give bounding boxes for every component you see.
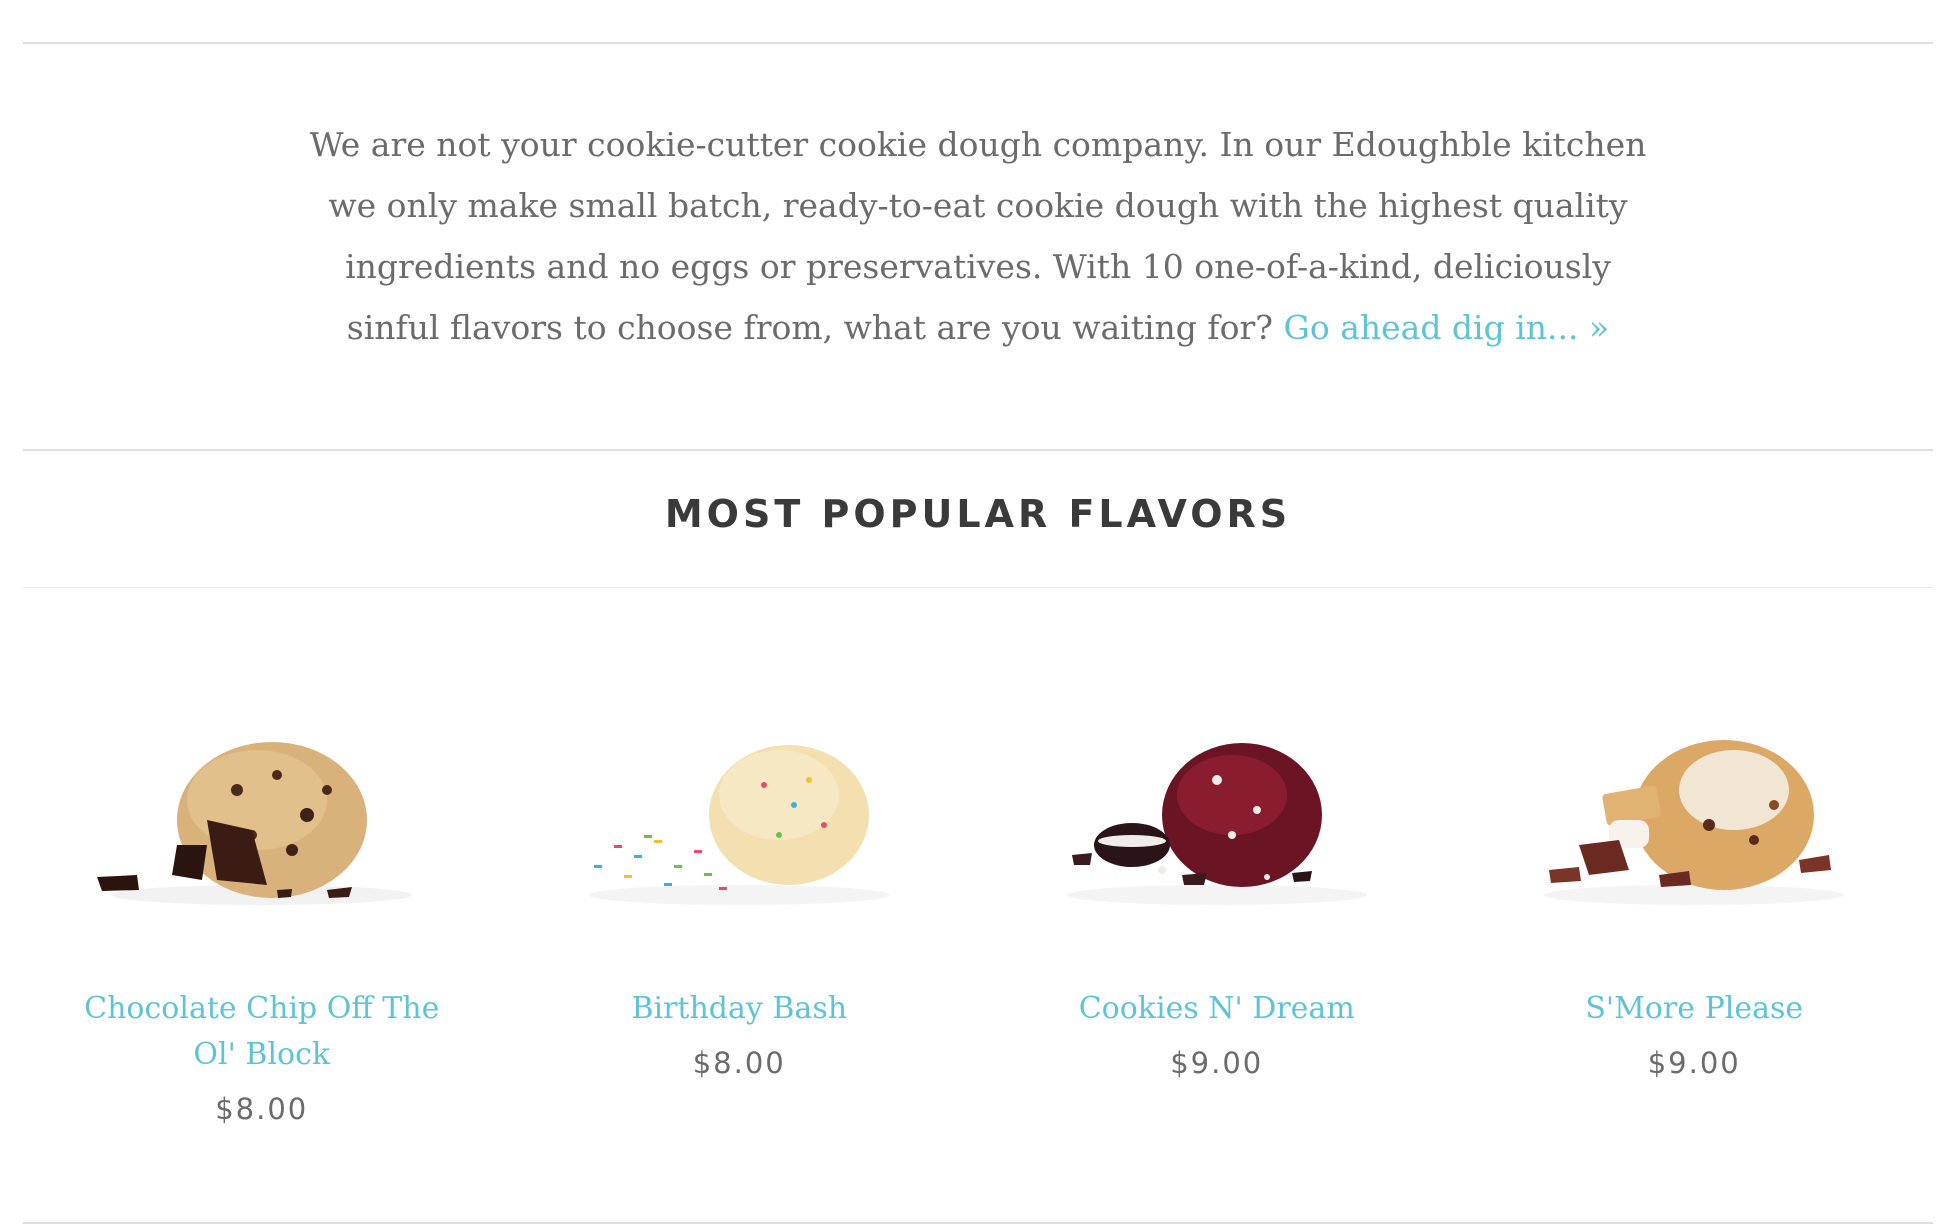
smore-please-dough-image xyxy=(1544,740,1845,905)
dig-in-link[interactable]: Go ahead dig in... » xyxy=(1283,308,1609,347)
product-name-link[interactable]: Cookies N' Dream xyxy=(1017,986,1417,1032)
top-divider xyxy=(23,42,1933,44)
product-price: $9.00 xyxy=(1170,1046,1264,1080)
product-price: $8.00 xyxy=(215,1092,309,1126)
product-name-link[interactable]: Birthday Bash xyxy=(539,986,939,1032)
product-card: Chocolate Chip Off The Ol' Block $8.00 xyxy=(23,680,501,1126)
product-image-link[interactable] xyxy=(23,680,501,940)
chocolate-chip-dough-image xyxy=(96,742,412,905)
section-title: MOST POPULAR FLAVORS xyxy=(664,492,1292,536)
product-name-link[interactable]: Chocolate Chip Off The Ol' Block xyxy=(62,986,462,1078)
product-image-link[interactable] xyxy=(1456,680,1934,940)
title-divider xyxy=(23,587,1933,588)
product-image-link[interactable] xyxy=(501,680,979,940)
product-image-link[interactable] xyxy=(978,680,1456,940)
product-name-link[interactable]: S'More Please xyxy=(1494,986,1894,1032)
product-card: S'More Please $9.00 xyxy=(1456,680,1934,1126)
product-price: $8.00 xyxy=(692,1046,786,1080)
birthday-bash-dough-image xyxy=(589,745,890,905)
product-card: Birthday Bash $8.00 xyxy=(501,680,979,1126)
section-divider xyxy=(23,449,1933,451)
intro-paragraph: We are not your cookie-cutter cookie dou… xyxy=(300,114,1656,358)
product-grid: Chocolate Chip Off The Ol' Block $8.00 B… xyxy=(23,680,1933,1126)
cookies-n-dream-dough-image xyxy=(1066,743,1367,905)
product-price: $9.00 xyxy=(1647,1046,1741,1080)
product-card: Cookies N' Dream $9.00 xyxy=(978,680,1456,1126)
